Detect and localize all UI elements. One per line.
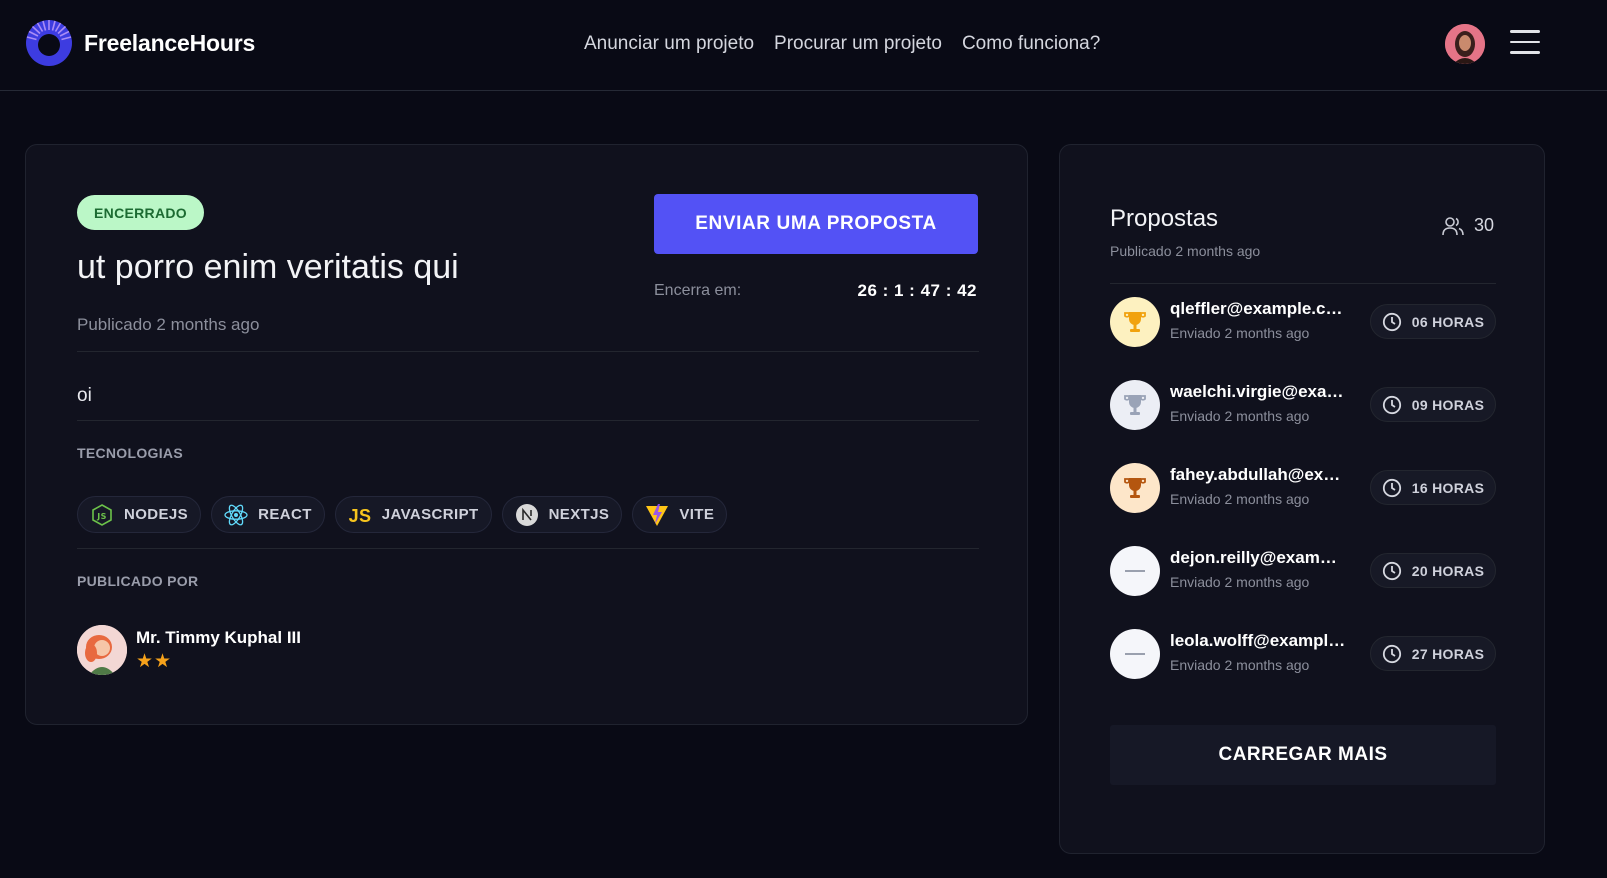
- tech-name: REACT: [258, 506, 312, 523]
- author-rating-stars: ★★: [136, 650, 173, 672]
- proposal-sent-date: Enviado 2 months ago: [1170, 408, 1310, 424]
- proposal-hours-badge: 27 HORAS: [1370, 636, 1496, 671]
- tech-chip-nextjs: NEXTJS: [501, 496, 623, 533]
- project-published-date: Publicado 2 months ago: [77, 315, 260, 334]
- vite-icon: [645, 503, 669, 527]
- proposal-sent-date: Enviado 2 months ago: [1170, 491, 1310, 507]
- tech-chip-react: REACT: [211, 496, 325, 533]
- divider: [77, 548, 979, 549]
- proposal-hours: 09 HORAS: [1411, 396, 1485, 413]
- proposal-hours-badge: 09 HORAS: [1370, 387, 1496, 422]
- author-name: Mr. Timmy Kuphal III: [136, 627, 301, 647]
- top-header: FreelanceHours Anunciar um projeto Procu…: [0, 0, 1607, 91]
- main-nav: Anunciar um projeto Procurar um projeto …: [584, 33, 1100, 55]
- nav-link-browse[interactable]: Procurar um projeto: [774, 33, 942, 55]
- svg-text:JS: JS: [348, 506, 371, 526]
- proposal-sent-date: Enviado 2 months ago: [1170, 325, 1310, 341]
- users-icon: [1442, 216, 1464, 235]
- author-info: Mr. Timmy Kuphal III ★★: [77, 625, 301, 675]
- tech-chip-nodejs: JS NODEJS: [77, 496, 202, 533]
- tech-name: NEXTJS: [548, 506, 610, 523]
- technologies-label: TECNOLOGIAS: [77, 445, 183, 461]
- javascript-icon: JS: [348, 503, 372, 527]
- proposal-hours: 27 HORAS: [1411, 645, 1485, 662]
- tech-name: JAVASCRIPT: [381, 506, 479, 523]
- proposal-hours: 06 HORAS: [1411, 313, 1485, 330]
- proposal-item[interactable]: waelchi.virgie@example.com Enviado 2 mon…: [1110, 380, 1496, 432]
- nodejs-icon: JS: [90, 503, 114, 527]
- brand-name: FreelanceHours: [84, 29, 256, 56]
- project-card: ENCERRADO ut porro enim veritatis qui Pu…: [25, 144, 1028, 725]
- clock-icon: [1382, 644, 1401, 663]
- proposal-hours-badge: 06 HORAS: [1370, 304, 1496, 339]
- nav-link-announce[interactable]: Anunciar um projeto: [584, 33, 754, 55]
- logo-icon: [26, 20, 72, 66]
- gold-trophy-icon: [1110, 297, 1160, 347]
- silver-trophy-icon: [1110, 380, 1160, 430]
- divider: [1110, 283, 1496, 284]
- proposal-email: dejon.reilly@example.com: [1170, 548, 1346, 567]
- author-avatar[interactable]: [77, 625, 127, 675]
- proposals-published-date: Publicado 2 months ago: [1110, 243, 1261, 259]
- clock-icon: [1382, 312, 1401, 331]
- proposal-sent-date: Enviado 2 months ago: [1170, 657, 1310, 673]
- clock-icon: [1382, 478, 1401, 497]
- tech-name: VITE: [679, 506, 715, 523]
- tech-chip-javascript: JS JAVASCRIPT: [334, 496, 492, 533]
- technologies-list: JS NODEJS REACT JS JAVASCRIPT NEXTJS VIT…: [77, 496, 728, 533]
- status-badge: ENCERRADO: [77, 195, 204, 230]
- proposals-count-value: 30: [1473, 215, 1494, 235]
- clock-icon: [1382, 561, 1401, 580]
- bronze-trophy-icon: [1110, 463, 1160, 513]
- proposal-hours-badge: 16 HORAS: [1370, 470, 1496, 505]
- proposal-item[interactable]: qleffler@example.com Enviado 2 months ag…: [1110, 297, 1496, 349]
- divider: [77, 420, 979, 421]
- load-more-button[interactable]: CARREGAR MAIS: [1110, 725, 1496, 785]
- send-proposal-button[interactable]: ENVIAR UMA PROPOSTA: [654, 194, 978, 254]
- svg-text:JS: JS: [96, 512, 107, 521]
- proposal-sent-date: Enviado 2 months ago: [1170, 574, 1310, 590]
- proposal-email: qleffler@example.com: [1170, 299, 1346, 318]
- proposal-email: fahey.abdullah@example.com: [1170, 465, 1346, 484]
- proposal-hours-badge: 20 HORAS: [1370, 553, 1496, 588]
- clock-icon: [1382, 395, 1401, 414]
- brand-logo[interactable]: FreelanceHours: [24, 18, 255, 68]
- menu-icon[interactable]: [1510, 30, 1540, 56]
- tech-chip-vite: VITE: [632, 496, 728, 533]
- dash-icon: [1110, 546, 1160, 596]
- proposal-hours: 20 HORAS: [1411, 562, 1485, 579]
- tech-name: NODEJS: [124, 506, 189, 523]
- proposals-title: Propostas: [1110, 205, 1219, 232]
- proposals-count: 30: [1442, 215, 1494, 236]
- proposal-hours: 16 HORAS: [1411, 479, 1485, 496]
- proposals-card: Propostas Publicado 2 months ago 30 qlef…: [1059, 144, 1545, 854]
- project-description: oi: [77, 385, 92, 406]
- divider: [77, 351, 979, 352]
- proposal-email: waelchi.virgie@example.com: [1170, 382, 1346, 401]
- deadline-countdown: 26 : 1 : 47 : 42: [857, 281, 977, 300]
- published-by-label: PUBLICADO POR: [77, 573, 199, 589]
- proposal-item[interactable]: dejon.reilly@example.com Enviado 2 month…: [1110, 546, 1496, 598]
- project-title: ut porro enim veritatis qui: [77, 248, 459, 286]
- nav-link-how-it-works[interactable]: Como funciona?: [962, 33, 1100, 55]
- user-avatar-image: [1445, 24, 1485, 64]
- user-avatar[interactable]: [1445, 24, 1485, 64]
- deadline-label: Encerra em:: [654, 282, 742, 299]
- proposal-email: leola.wolff@example.com: [1170, 631, 1346, 650]
- react-icon: [224, 503, 248, 527]
- dash-icon: [1110, 629, 1160, 679]
- nextjs-icon: [515, 503, 539, 527]
- proposal-item[interactable]: fahey.abdullah@example.com Enviado 2 mon…: [1110, 463, 1496, 515]
- proposal-item[interactable]: leola.wolff@example.com Enviado 2 months…: [1110, 629, 1496, 681]
